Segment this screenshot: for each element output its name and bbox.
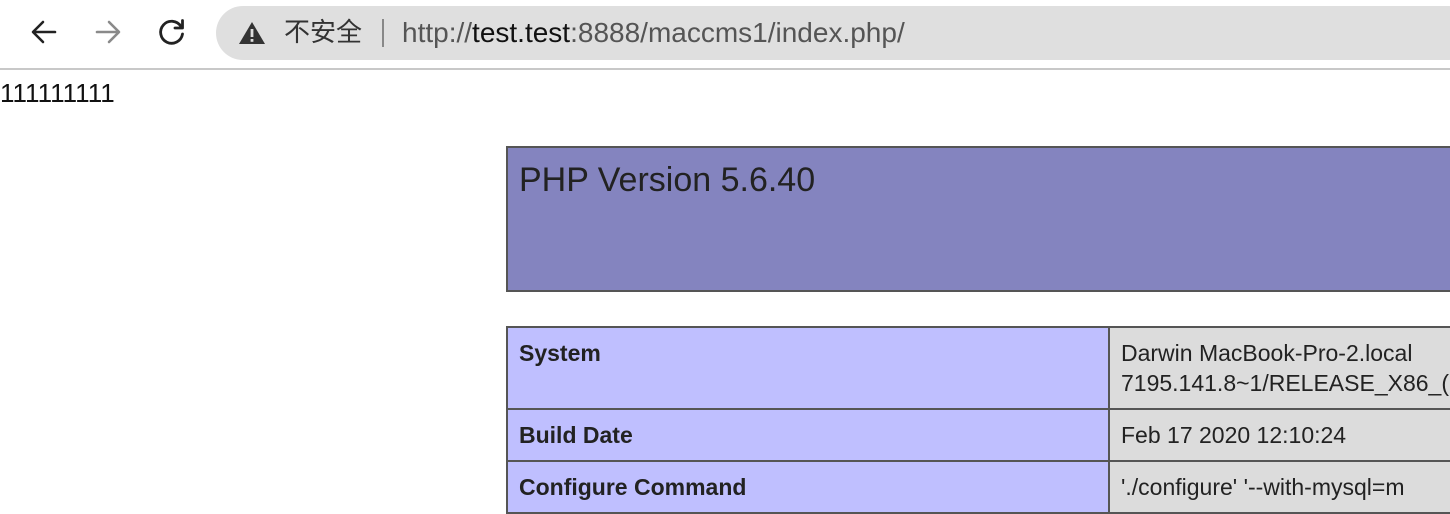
php-info-table: System Darwin MacBook-Pro-2.local 7195.1… bbox=[506, 326, 1450, 514]
url-host: test.test bbox=[472, 17, 571, 48]
row-value-line: Darwin MacBook-Pro-2.local bbox=[1121, 340, 1413, 366]
browser-toolbar: 不安全 http://test.test:8888/maccms1/index.… bbox=[0, 0, 1450, 70]
row-label: Configure Command bbox=[506, 460, 1110, 514]
table-row: Configure Command './configure' '--with-… bbox=[506, 460, 1450, 514]
omnibox-divider bbox=[382, 19, 384, 47]
address-bar[interactable]: 不安全 http://test.test:8888/maccms1/index.… bbox=[216, 6, 1450, 60]
row-value: Feb 17 2020 12:10:24 bbox=[1108, 408, 1450, 462]
reload-button[interactable] bbox=[152, 12, 192, 52]
page-output-text: 111111111 bbox=[0, 78, 115, 108]
row-value-line: './configure' '--with-mysql=m bbox=[1121, 474, 1405, 500]
row-label: Build Date bbox=[506, 408, 1110, 462]
reload-icon bbox=[159, 19, 184, 45]
row-value: Darwin MacBook-Pro-2.local 7195.141.8~1/… bbox=[1108, 326, 1450, 410]
warning-icon[interactable] bbox=[238, 21, 266, 45]
row-value-line: 7195.141.8~1/RELEASE_X86_( bbox=[1121, 370, 1449, 396]
url-scheme: http:// bbox=[402, 17, 473, 48]
row-value-line: Feb 17 2020 12:10:24 bbox=[1121, 422, 1347, 448]
table-row: Build Date Feb 17 2020 12:10:24 bbox=[506, 408, 1450, 462]
url-path: :8888/maccms1/index.php/ bbox=[570, 17, 905, 48]
row-value: './configure' '--with-mysql=m bbox=[1108, 460, 1450, 514]
back-button[interactable] bbox=[24, 12, 64, 52]
forward-button[interactable] bbox=[88, 12, 128, 52]
row-label: System bbox=[506, 326, 1110, 410]
forward-arrow-icon bbox=[95, 20, 121, 44]
security-status-label[interactable]: 不安全 bbox=[284, 17, 362, 49]
table-row: System Darwin MacBook-Pro-2.local 7195.1… bbox=[506, 326, 1450, 410]
back-arrow-icon bbox=[31, 20, 57, 44]
url-text[interactable]: http://test.test:8888/maccms1/index.php/ bbox=[402, 17, 905, 49]
php-version-header: PHP Version 5.6.40 bbox=[506, 146, 1450, 292]
php-version-title: PHP Version 5.6.40 bbox=[519, 161, 816, 199]
